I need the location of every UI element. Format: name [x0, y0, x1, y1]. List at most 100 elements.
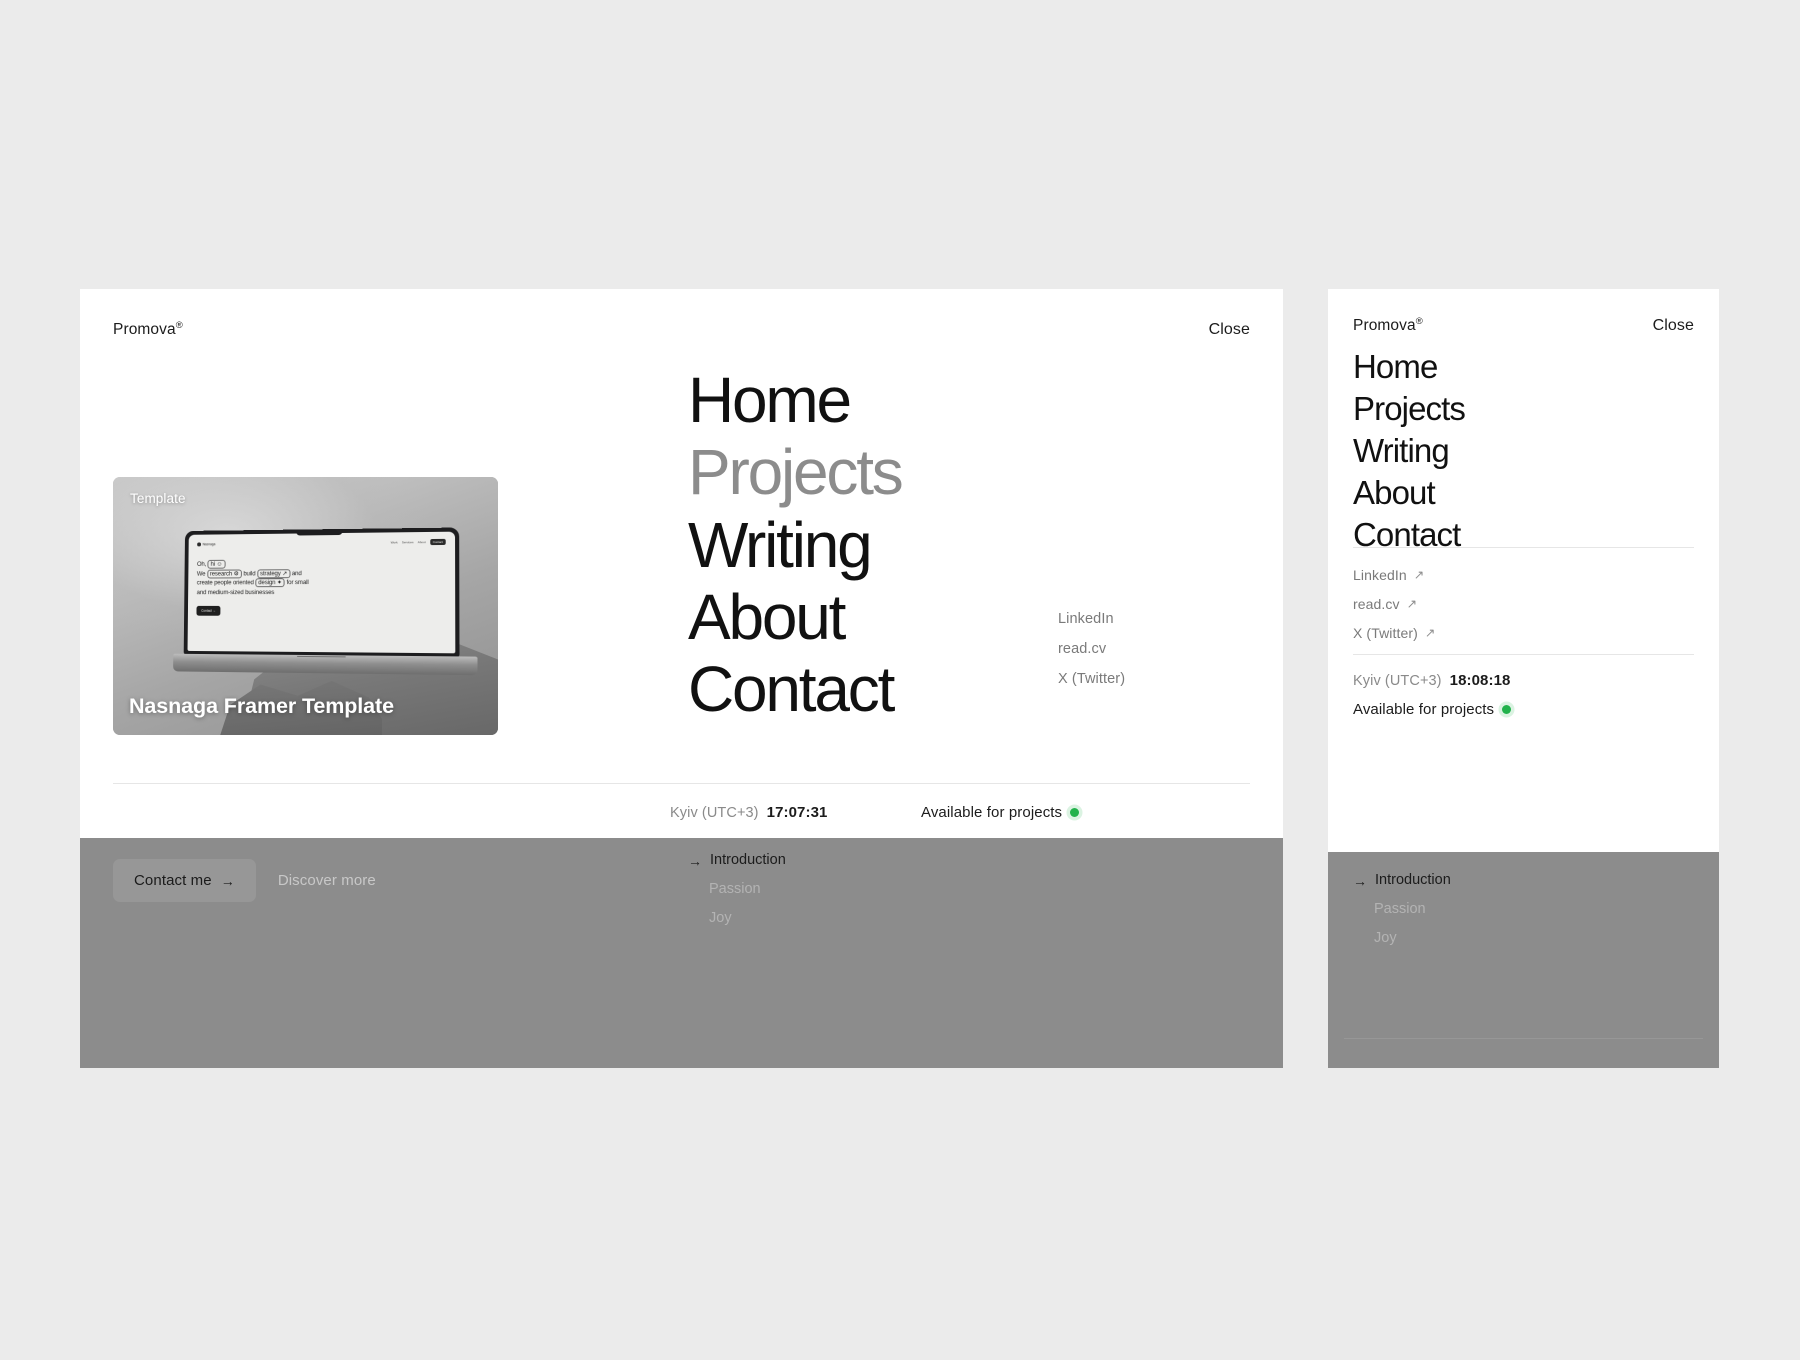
discover-more-link[interactable]: Discover more: [278, 872, 376, 889]
mock-headline-chip: research ⚙: [207, 568, 243, 578]
template-preview-card[interactable]: Nasnaga Work Services About Contact Oh, …: [113, 477, 498, 735]
mock-headline-part: for small: [286, 578, 310, 586]
toc-item-label: Joy: [709, 910, 732, 927]
contact-me-button[interactable]: Contact me →: [113, 859, 256, 902]
mock-nav-item: About: [417, 539, 427, 544]
mock-headline-part: and: [292, 569, 303, 577]
laptop-screen: Nasnaga Work Services About Contact Oh, …: [187, 531, 456, 654]
timezone-label: Kyiv (UTC+3): [670, 805, 759, 821]
toc-item-label: Introduction: [1375, 872, 1451, 888]
clock-time: 18:08:18: [1449, 672, 1511, 689]
mock-nav-item: Work: [391, 539, 399, 545]
mock-headline-part: We: [197, 569, 206, 577]
mock-headline-part: and medium-sized businesses: [197, 588, 275, 596]
social-link-x-twitter[interactable]: X (Twitter) ↗: [1353, 625, 1435, 641]
mock-site-headline: Oh, hi ☺ We research ⚙ build strategy ↗ …: [197, 558, 446, 597]
nav-item-home[interactable]: Home: [688, 364, 902, 436]
toc-item-label: Introduction: [710, 852, 786, 868]
mock-headline-part: create people oriented: [197, 579, 255, 587]
nav-item-home[interactable]: Home: [1353, 346, 1465, 388]
mobile-clock: Kyiv (UTC+3) 18:08:18: [1353, 672, 1510, 689]
card-tag-label: Template: [130, 491, 186, 506]
brand-name: Promova: [1353, 317, 1416, 335]
brand-logo[interactable]: Promova®: [1353, 316, 1423, 335]
mobile-panel-white-area: Promova® Close Home Projects Writing Abo…: [1328, 289, 1719, 852]
brand-name: Promova: [113, 321, 176, 339]
nav-item-contact[interactable]: Contact: [688, 653, 902, 725]
nav-item-contact[interactable]: Contact: [1353, 514, 1465, 556]
mock-site-cta-button: Contact →: [196, 605, 221, 615]
desktop-divider: [113, 783, 1250, 784]
social-link-readcv[interactable]: read.cv ↗: [1353, 596, 1435, 612]
registered-mark-icon: ®: [1415, 316, 1423, 328]
desktop-panel-white-area: Promova® Close Nasnaga Work Services Abo…: [80, 289, 1283, 838]
mobile-divider-bottom: [1353, 654, 1694, 655]
desktop-header: Promova® Close: [113, 318, 1250, 342]
toc-item-introduction[interactable]: → Introduction: [688, 850, 786, 871]
nav-item-writing[interactable]: Writing: [688, 509, 902, 581]
mobile-grey-divider: [1344, 1038, 1703, 1039]
toc-item-label: Passion: [1374, 901, 1426, 918]
close-button[interactable]: Close: [1209, 322, 1250, 338]
screenshot-canvas: Promova® Close Nasnaga Work Services Abo…: [0, 0, 1800, 1360]
mock-headline-part: Oh,: [197, 560, 207, 568]
toc-item-introduction[interactable]: → Introduction: [1353, 870, 1451, 891]
contact-me-label: Contact me: [134, 872, 212, 889]
arrow-up-right-icon: ↗: [1406, 596, 1418, 611]
nav-item-writing[interactable]: Writing: [1353, 430, 1465, 472]
laptop-mockup: Nasnaga Work Services About Contact Oh, …: [173, 527, 478, 676]
timezone-label: Kyiv (UTC+3): [1353, 673, 1442, 689]
mobile-availability-status: Available for projects: [1353, 701, 1512, 718]
desktop-panel-grey-area: Contact me → Discover more → Introductio…: [80, 838, 1283, 1068]
nav-item-projects[interactable]: Projects: [688, 436, 904, 508]
mock-nav-item: Services: [402, 539, 414, 544]
mock-site-header: Nasnaga Work Services About Contact: [197, 538, 447, 546]
mobile-social-links: LinkedIn ↗ read.cv ↗ X (Twitter) ↗: [1353, 567, 1435, 641]
desktop-clock: Kyiv (UTC+3) 17:07:31: [670, 804, 827, 821]
mobile-menu-panel: Promova® Close Home Projects Writing Abo…: [1328, 289, 1719, 1068]
brand-logo[interactable]: Promova®: [113, 320, 183, 339]
availability-status: Available for projects: [921, 804, 1080, 821]
laptop-lid: Nasnaga Work Services About Contact Oh, …: [184, 527, 461, 658]
social-link-readcv[interactable]: read.cv: [1058, 641, 1125, 657]
toc-item-passion[interactable]: Passion: [688, 879, 786, 900]
status-dot-icon: [1502, 705, 1512, 714]
nav-item-about[interactable]: About: [688, 581, 902, 653]
arrow-up-right-icon: ↗: [1424, 625, 1436, 640]
toc-item-joy[interactable]: Joy: [688, 908, 786, 929]
arrow-right-icon: →: [220, 872, 235, 889]
mock-headline-part: build: [243, 569, 256, 577]
mock-headline-chip: hi ☺: [208, 559, 226, 569]
arrow-right-icon: →: [1353, 872, 1367, 889]
desktop-menu-panel: Promova® Close Nasnaga Work Services Abo…: [80, 289, 1283, 1068]
social-link-linkedin[interactable]: LinkedIn: [1058, 611, 1125, 627]
availability-label: Available for projects: [921, 804, 1063, 821]
mobile-divider-top: [1353, 547, 1694, 548]
toc-item-joy[interactable]: Joy: [1353, 928, 1451, 949]
mobile-header: Promova® Close: [1353, 316, 1694, 335]
nav-item-projects[interactable]: Projects: [1353, 388, 1466, 430]
mock-logo-text: Nasnaga: [202, 541, 216, 546]
laptop-notch-icon: [296, 529, 343, 536]
desktop-status-bar: Kyiv (UTC+3) 17:07:31 Available for proj…: [113, 804, 1250, 824]
social-link-x-twitter[interactable]: X (Twitter): [1058, 671, 1125, 687]
toc-item-passion[interactable]: Passion: [1353, 899, 1451, 920]
social-link-label: read.cv: [1353, 596, 1400, 612]
mobile-main-nav: Home Projects Writing About Contact: [1353, 346, 1466, 556]
toc-item-label: Passion: [709, 881, 761, 898]
mock-headline-chip: design ✦: [255, 577, 286, 587]
availability-label: Available for projects: [1353, 701, 1495, 718]
close-button[interactable]: Close: [1653, 318, 1694, 334]
desktop-social-links: LinkedIn read.cv X (Twitter): [1058, 611, 1125, 687]
nav-item-about[interactable]: About: [1353, 472, 1465, 514]
desktop-actions: Contact me → Discover more: [113, 859, 376, 902]
arrow-right-icon: →: [688, 852, 702, 869]
mock-logo-dot-icon: [197, 542, 201, 546]
social-link-label: X (Twitter): [1353, 625, 1418, 641]
social-link-linkedin[interactable]: LinkedIn ↗: [1353, 567, 1435, 583]
clock-time: 17:07:31: [766, 804, 828, 821]
registered-mark-icon: ®: [175, 320, 183, 332]
mobile-section-toc: → Introduction Passion Joy: [1353, 870, 1451, 949]
arrow-up-right-icon: ↗: [1413, 567, 1425, 582]
mock-headline-chip: strategy ↗: [257, 568, 291, 578]
